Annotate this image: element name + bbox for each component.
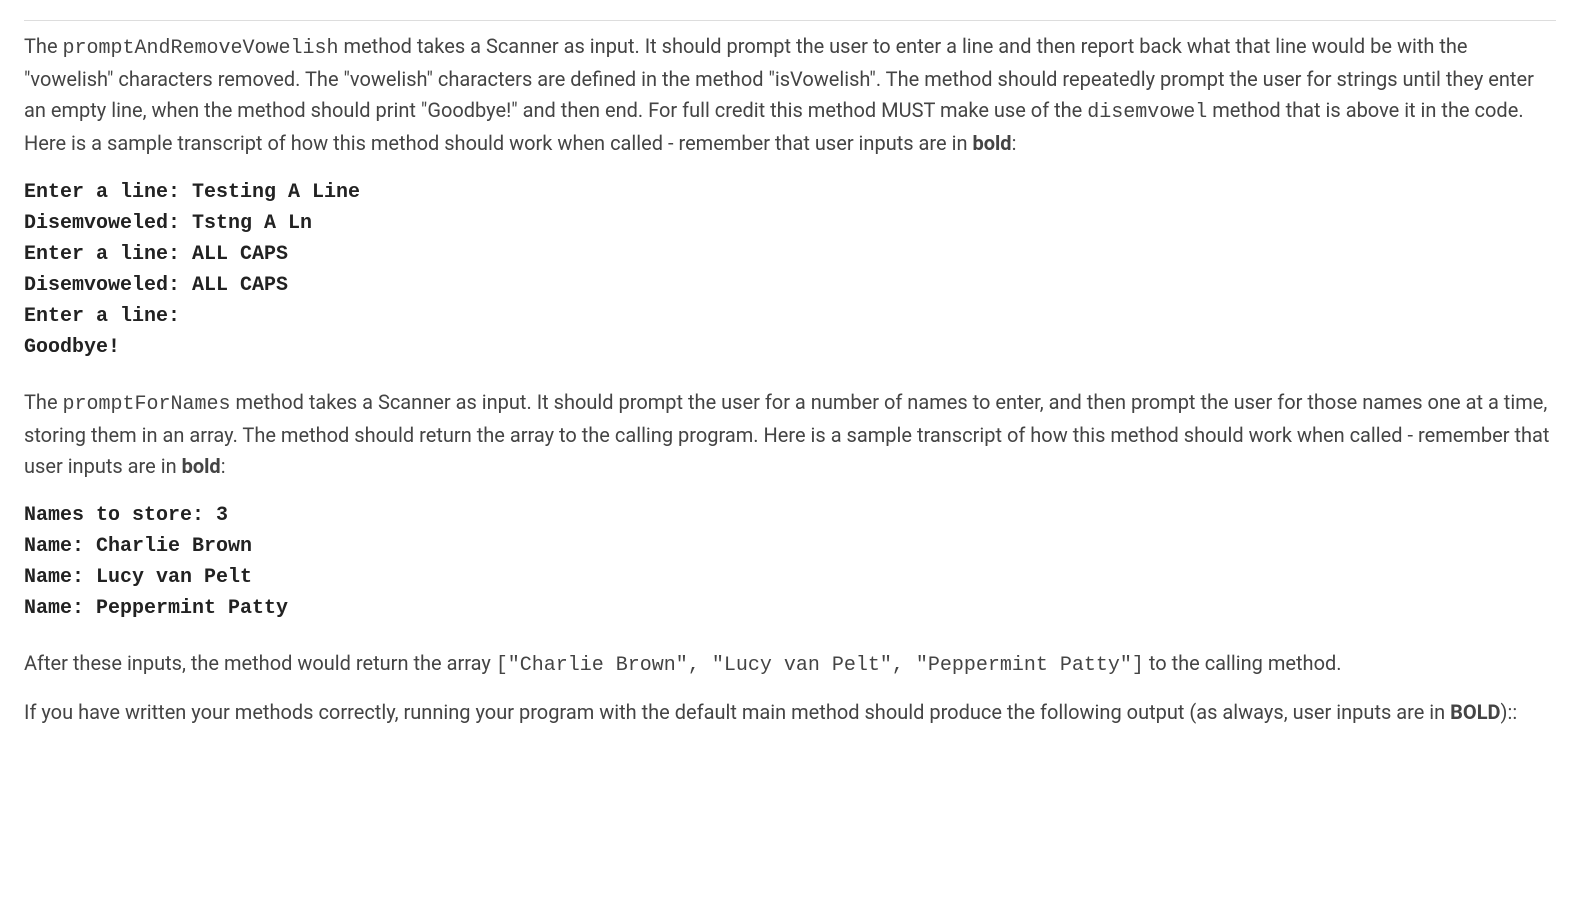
bold-word: BOLD xyxy=(1450,700,1500,724)
prompt: Name: xyxy=(24,566,96,589)
method-name-promptForNames: promptForNames xyxy=(63,393,231,416)
text: The xyxy=(24,34,63,58)
text: : xyxy=(1012,131,1017,155)
output-line: Disemvoweled: Tstng A Ln xyxy=(24,212,312,235)
user-input: Charlie Brown xyxy=(96,535,252,558)
transcript-1: Enter a line: Testing A Line Disemvowele… xyxy=(24,177,1556,363)
output-line: Goodbye! xyxy=(24,336,120,359)
text: After these inputs, the method would ret… xyxy=(24,651,496,675)
output-line: Disemvoweled: ALL CAPS xyxy=(24,274,288,297)
user-input: Testing A Line xyxy=(192,181,360,204)
transcript-2: Names to store: 3 Name: Charlie Brown Na… xyxy=(24,500,1556,624)
user-input: 3 xyxy=(216,504,228,527)
text: ):: xyxy=(1501,700,1518,724)
paragraph-3: After these inputs, the method would ret… xyxy=(24,648,1556,681)
user-input: ALL CAPS xyxy=(192,243,288,266)
paragraph-2: The promptForNames method takes a Scanne… xyxy=(24,387,1556,482)
paragraph-1: The promptAndRemoveVowelish method takes… xyxy=(24,20,1556,159)
method-name-promptAndRemoveVowelish: promptAndRemoveVowelish xyxy=(63,37,339,60)
bold-word: bold xyxy=(972,131,1011,155)
prompt: Names to store: xyxy=(24,504,216,527)
user-input: Peppermint Patty xyxy=(96,597,288,620)
text: to the calling method. xyxy=(1144,651,1342,675)
text: The xyxy=(24,390,63,414)
prompt: Name: xyxy=(24,535,96,558)
prompt: Enter a line: xyxy=(24,181,192,204)
text: If you have written your methods correct… xyxy=(24,700,1450,724)
text: method takes a Scanner as input. It shou… xyxy=(24,390,1549,478)
text: : xyxy=(221,454,226,478)
prompt: Enter a line: xyxy=(24,305,180,328)
array-literal: ["Charlie Brown", "Lucy van Pelt", "Pepp… xyxy=(496,654,1144,677)
prompt: Name: xyxy=(24,597,96,620)
bold-word: bold xyxy=(182,454,221,478)
user-input: Lucy van Pelt xyxy=(96,566,252,589)
paragraph-4: If you have written your methods correct… xyxy=(24,697,1556,728)
method-name-disemvowel: disemvowel xyxy=(1087,101,1207,124)
prompt: Enter a line: xyxy=(24,243,192,266)
